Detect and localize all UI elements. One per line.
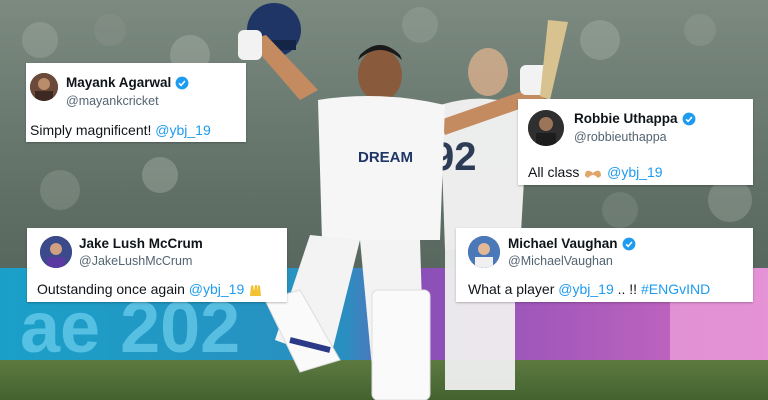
cricket-photo-background: ae 202 92 DREAM: [0, 0, 768, 400]
tweet-card-jake[interactable]: Jake Lush McCrum @JakeLushMcCrum Outstan…: [27, 228, 287, 302]
tweet-text: All class @ybj_19: [528, 164, 663, 180]
tweet-text: Outstanding once again @ybj_19: [37, 281, 264, 297]
tweet-author-name[interactable]: Mayank Agarwal: [66, 75, 189, 90]
tweet-handle[interactable]: @JakeLushMcCrum: [79, 254, 192, 268]
avatar[interactable]: [30, 73, 58, 101]
author-name-text: Michael Vaughan: [508, 236, 618, 251]
heart-hands-icon: [585, 170, 602, 179]
hashtag-link[interactable]: #ENGvIND: [641, 281, 710, 297]
tweet-body: Outstanding once again: [37, 281, 189, 297]
mention-link[interactable]: @ybj_19: [558, 281, 613, 297]
tweet-author-name[interactable]: Jake Lush McCrum: [79, 236, 203, 251]
avatar[interactable]: [468, 236, 500, 268]
tweet-suffix: .. !!: [613, 281, 641, 297]
tweet-text: What a player @ybj_19 .. !! #ENGvIND: [468, 281, 710, 297]
tweet-author-name[interactable]: Robbie Uthappa: [574, 111, 696, 126]
tweet-handle[interactable]: @MichaelVaughan: [508, 254, 613, 268]
mention-link[interactable]: @ybj_19: [155, 122, 210, 138]
avatar[interactable]: [528, 110, 564, 146]
tweet-text: Simply magnificent! @ybj_19: [30, 122, 211, 138]
tweet-card-robbie[interactable]: Robbie Uthappa @robbieuthappa All class …: [518, 99, 753, 185]
verified-badge-icon: [682, 112, 695, 125]
tweet-card-michael[interactable]: Michael Vaughan @MichaelVaughan What a p…: [456, 228, 753, 302]
author-name-text: Robbie Uthappa: [574, 111, 678, 126]
avatar[interactable]: [40, 236, 72, 268]
jersey-sponsor: DREAM: [358, 149, 413, 166]
tweet-card-mayank[interactable]: Mayank Agarwal @mayankcricket Simply mag…: [26, 63, 246, 142]
verified-badge-icon: [622, 237, 635, 250]
author-name-text: Jake Lush McCrum: [79, 236, 203, 251]
tweet-body: Simply magnificent!: [30, 122, 156, 138]
tweet-author-name[interactable]: Michael Vaughan: [508, 236, 636, 251]
author-name-text: Mayank Agarwal: [66, 75, 172, 90]
tweet-handle[interactable]: @mayankcricket: [66, 94, 159, 108]
raised-hands-icon: [250, 285, 262, 297]
tweet-body: What a player: [468, 281, 559, 297]
mention-link[interactable]: @ybj_19: [607, 164, 662, 180]
mention-link[interactable]: @ybj_19: [189, 281, 244, 297]
tweet-body: All class: [528, 164, 584, 180]
tweet-handle[interactable]: @robbieuthappa: [574, 130, 667, 144]
verified-badge-icon: [175, 76, 189, 89]
